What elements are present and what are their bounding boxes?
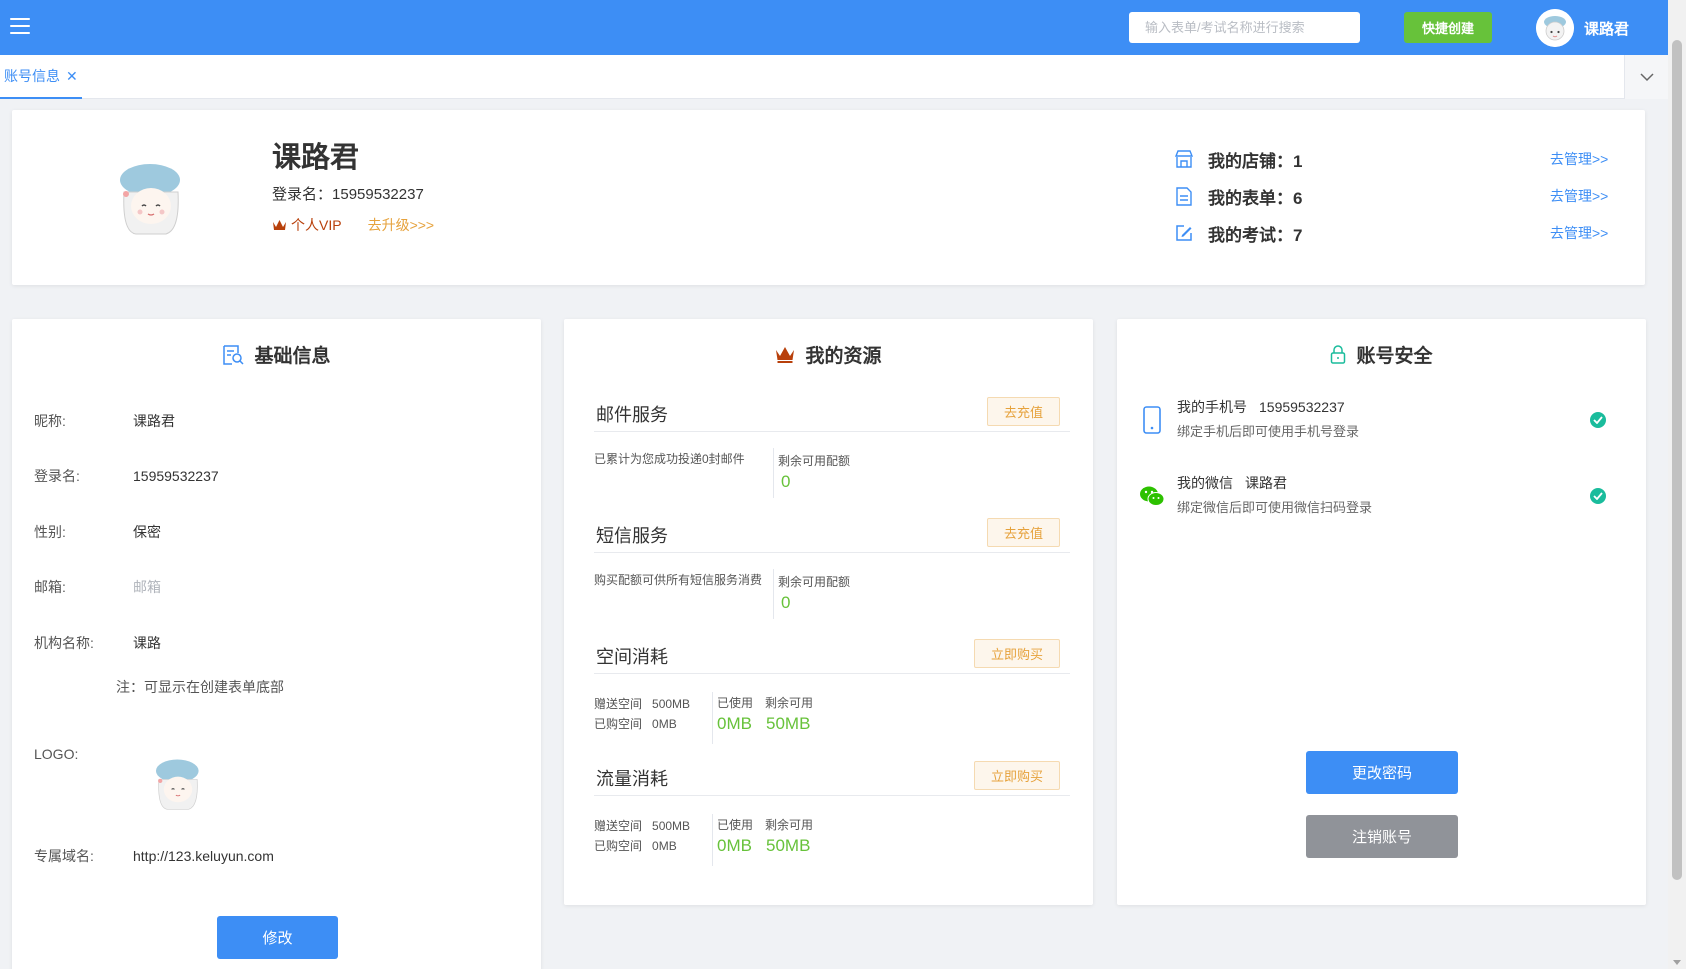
edit-button[interactable]: 修改 (217, 916, 338, 959)
sms-service-section: 短信服务 去充值 购买配额可供所有短信服务消费 剩余可用配额 0 (594, 518, 1070, 625)
tab-account-info[interactable]: 账号信息 ✕ (0, 55, 82, 99)
stat-row-exams: 我的考试：7 去管理>> (1174, 219, 1634, 247)
org-row: 机构名称: 课路 (34, 635, 161, 651)
manage-forms-link[interactable]: 去管理>> (1550, 186, 1608, 206)
crown-icon (776, 347, 795, 363)
basic-info-title: 基础信息 (12, 341, 541, 368)
tab-dropdown-button[interactable] (1624, 55, 1668, 99)
check-icon (1590, 412, 1606, 428)
traffic-avail-value: 50MB (766, 836, 811, 855)
header-username[interactable]: 课路君 (1584, 18, 1629, 39)
top-bar: 快捷创建 课路君 (0, 0, 1668, 55)
sms-remain-value: 0 (781, 593, 791, 612)
email-remain-value: 0 (781, 472, 791, 491)
traffic-section: 流量消耗 立即购买 赠送空间 500MB 已购空间 0MB 已使用 剩余可用 0M… (594, 761, 1070, 868)
resources-card: 我的资源 邮件服务 去充值 已累计为您成功投递0封邮件 剩余可用配额 0 短信服务… (564, 319, 1093, 905)
profile-name: 课路君 (272, 142, 360, 174)
space-section: 空间消耗 立即购买 赠送空间 500MB 已购空间 0MB 已使用 剩余可用 0M… (594, 639, 1070, 746)
domain-row: 专属域名: http://123.keluyun.com (34, 848, 274, 864)
stat-row-forms: 我的表单：6 去管理>> (1174, 182, 1634, 210)
menu-icon[interactable] (10, 18, 30, 34)
vip-badge: 个人VIP (272, 215, 342, 235)
manage-stores-link[interactable]: 去管理>> (1550, 149, 1608, 169)
scroll-down-icon[interactable] (1673, 960, 1681, 965)
change-password-button[interactable]: 更改密码 (1306, 751, 1458, 794)
tab-bar: 账号信息 ✕ (0, 55, 1668, 99)
phone-icon (1139, 405, 1165, 435)
close-icon[interactable]: ✕ (66, 68, 78, 85)
tab-label: 账号信息 (4, 68, 60, 84)
manage-exams-link[interactable]: 去管理>> (1550, 223, 1608, 243)
nickname-row: 昵称: 课路君 (34, 413, 175, 429)
cancel-account-button[interactable]: 注销账号 (1306, 815, 1458, 858)
avatar[interactable] (1536, 9, 1574, 47)
security-card: 账号安全 我的手机号 15959532237 绑定手机后即可使用手机号登录 我的微… (1117, 319, 1646, 905)
recharge-sms-button[interactable]: 去充值 (986, 518, 1060, 547)
scrollbar[interactable] (1668, 0, 1686, 969)
org-note: 注：可显示在创建表单底部 (116, 679, 284, 695)
crown-icon (273, 219, 286, 230)
buy-traffic-button[interactable]: 立即购买 (973, 761, 1060, 790)
recharge-email-button[interactable]: 去充值 (986, 397, 1060, 426)
wechat-binding: 我的微信 课路君 绑定微信后即可使用微信扫码登录 (1139, 473, 1629, 523)
store-icon (1174, 149, 1194, 169)
wechat-icon (1139, 481, 1165, 511)
stat-row-stores: 我的店铺：1 去管理>> (1174, 145, 1634, 173)
vip-line: 个人VIP 去升级>>> (272, 215, 434, 235)
profile-avatar (106, 152, 196, 242)
profile-search-icon (223, 344, 245, 365)
logo-row: LOGO: (34, 746, 79, 762)
traffic-used-value: 0MB (717, 836, 752, 855)
search-input[interactable] (1129, 12, 1360, 43)
login-row: 登录名: 15959532237 (34, 468, 219, 484)
email-placeholder: 邮箱 (133, 579, 161, 595)
security-title: 账号安全 (1117, 341, 1646, 368)
email-row: 邮箱: 邮箱 (34, 579, 161, 595)
lock-icon (1331, 345, 1346, 364)
scrollbar-thumb[interactable] (1672, 40, 1682, 880)
resources-title: 我的资源 (564, 341, 1093, 368)
logo-image (146, 751, 210, 815)
phone-binding: 我的手机号 15959532237 绑定手机后即可使用手机号登录 (1139, 397, 1629, 447)
space-used-value: 0MB (717, 714, 752, 733)
quick-create-button[interactable]: 快捷创建 (1404, 12, 1492, 43)
upgrade-link[interactable]: 去升级>>> (368, 215, 435, 235)
profile-card: 课路君 登录名：15959532237 个人VIP 去升级>>> 我的店铺：1 … (12, 110, 1645, 285)
buy-space-button[interactable]: 立即购买 (973, 639, 1060, 668)
gender-row: 性别: 保密 (34, 524, 161, 540)
email-service-section: 邮件服务 去充值 已累计为您成功投递0封邮件 剩余可用配额 0 (594, 397, 1070, 504)
basic-info-card: 基础信息 昵称: 课路君 登录名: 15959532237 性别: 保密 邮箱: 邮箱 … (12, 319, 541, 969)
space-avail-value: 50MB (766, 714, 811, 733)
chevron-down-icon (1639, 73, 1654, 82)
document-icon (1174, 186, 1194, 206)
check-icon (1590, 488, 1606, 504)
profile-login: 登录名：15959532237 (272, 186, 424, 203)
edit-icon (1174, 223, 1194, 243)
